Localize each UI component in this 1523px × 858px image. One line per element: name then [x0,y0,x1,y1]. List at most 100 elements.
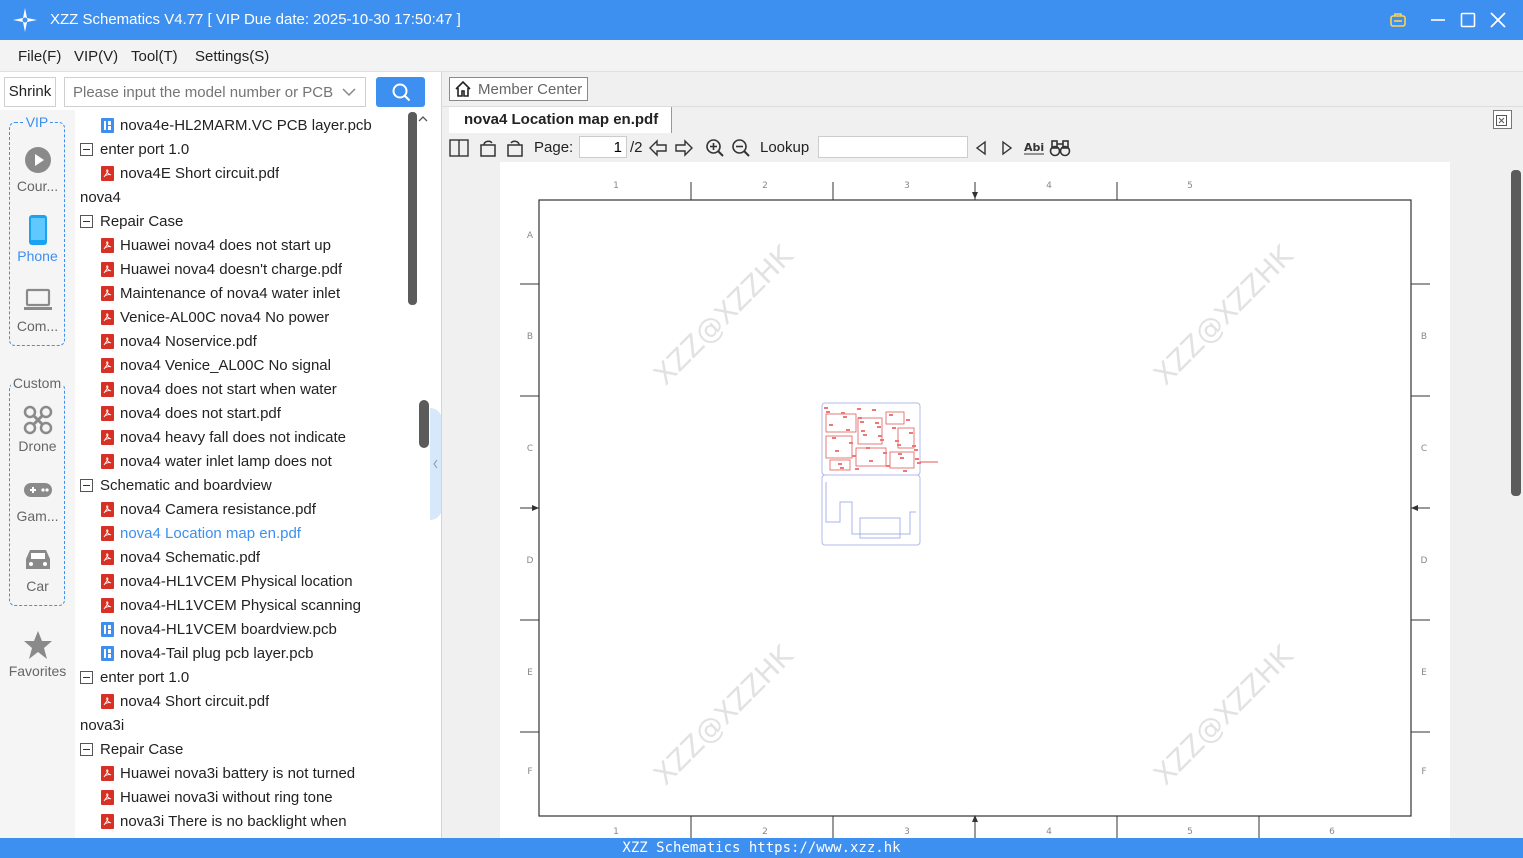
pcb-pad [877,426,881,428]
chevron-down-icon[interactable] [340,83,358,101]
pdf-file-icon [101,789,114,805]
pdf-file-icon [101,597,114,613]
tree-file[interactable]: nova4 Location map en.pdf [101,521,408,545]
rotate-right-icon [507,140,523,157]
tree-file[interactable]: nova3i There is no backlight when [101,809,408,833]
menu-tool[interactable]: Tool(T) [131,48,178,65]
find-all-button[interactable] [1049,137,1071,159]
tree-file[interactable]: nova4-HL1VCEM Physical location [101,569,408,593]
menu-settings[interactable]: Settings(S) [195,48,269,65]
pcb-pad [826,411,830,413]
zoom-out-button[interactable] [730,137,752,159]
find-prev-button[interactable] [970,137,992,159]
page-number-input[interactable] [579,136,627,158]
minimize-button[interactable] [1426,8,1450,32]
phone-icon [22,214,54,246]
tree-file[interactable]: nova4-HL1VCEM boardview.pcb [101,617,408,641]
triangle-right-icon [1002,140,1013,156]
category-drone[interactable]: Drone [0,404,75,454]
tree-file[interactable]: Huawei nova3i without ring tone [101,785,408,809]
tree-folder[interactable]: Repair Case [80,737,408,761]
member-center-label: Member Center [478,80,583,98]
menu-file[interactable]: File(F) [18,48,61,65]
tree-folder[interactable]: enter port 1.0 [80,137,408,161]
tree-scrollbar[interactable] [408,112,417,305]
tree-file[interactable]: nova4 does not start when water [101,377,408,401]
pdf-page[interactable]: 1 2 3 4 5 1 2 3 4 5 6 A B B C C D D E E F F XZZ@XZZHK XZZ@XZZHK… [500,162,1450,838]
row-letter-right: F [1421,767,1426,777]
vip-badge-icon[interactable] [1386,8,1410,32]
tree-file[interactable]: Huawei nova4 does not start up [101,233,408,257]
tree-file[interactable]: Maintenance of nova4 water inlet [101,281,408,305]
document-scrollbar[interactable] [1511,170,1521,496]
tree-file[interactable]: nova4 heavy fall does not indicate [101,425,408,449]
category-phone[interactable]: Phone [0,214,75,264]
tree-item-label: nova3i There is no backlight when [120,812,347,830]
rotate-left-button[interactable] [477,137,499,159]
tree-file[interactable]: nova4-Tail plug pcb layer.pcb [101,641,408,665]
category-computer[interactable]: Com... [0,284,75,334]
tree-file[interactable]: nova4 Short circuit.pdf [101,689,408,713]
tree-file[interactable]: nova4e-HL2MARM.VC PCB layer.pcb [101,113,408,137]
collapse-toggle-icon[interactable] [80,142,93,156]
collapse-toggle-icon[interactable] [80,478,93,492]
pcb-pad [869,460,873,462]
match-case-button[interactable]: Abi [1023,137,1045,159]
close-button[interactable] [1486,8,1510,32]
arrow-right-icon [675,139,693,157]
pdf-file-icon [101,765,114,781]
shrink-button[interactable]: Shrink [4,77,56,107]
toggle-panel-button[interactable] [448,137,470,159]
scroll-up-icon[interactable] [417,113,429,125]
category-courses[interactable]: Cour... [0,144,75,194]
tree-file[interactable]: Venice-AL00C nova4 No power [101,305,408,329]
drawing-border [538,199,1412,817]
tree-folder[interactable]: nova4 [75,185,408,209]
tree-item-label: Venice-AL00C nova4 No power [120,308,330,326]
watermark-text: XZZ@XZZHK [647,239,800,392]
tree-file[interactable]: Huawei nova3i battery is not turned [101,761,408,785]
collapse-toggle-icon[interactable] [80,214,93,228]
next-page-button[interactable] [673,137,695,159]
zoom-in-button[interactable] [704,137,726,159]
pcb-pad [895,440,899,442]
collapse-toggle-icon[interactable] [80,742,93,756]
lookup-input[interactable] [818,136,968,158]
search-button[interactable] [376,77,425,107]
tree-folder[interactable]: Repair Case [80,209,408,233]
find-next-button[interactable] [996,137,1018,159]
tree-folder[interactable]: enter port 1.0 [80,665,408,689]
close-tab-icon [1496,115,1507,126]
category-favorites[interactable]: Favorites [0,629,75,679]
panel-splitter[interactable] [419,400,429,448]
tree-file[interactable]: nova4 Venice_AL00C No signal [101,353,408,377]
tree-item-label: nova4 Venice_AL00C No signal [120,356,331,374]
tree-file[interactable]: nova4 water inlet lamp does not [101,449,408,473]
search-input[interactable] [64,77,366,107]
tree-file[interactable]: Huawei nova4 doesn't charge.pdf [101,257,408,281]
close-tab-button[interactable] [1493,110,1512,129]
tree-file[interactable]: nova4-HL1VCEM Physical scanning [101,593,408,617]
tree-folder[interactable]: Schematic and boardview [80,473,408,497]
member-center-button[interactable]: Member Center [449,77,588,101]
tree-file[interactable]: nova4 Camera resistance.pdf [101,497,408,521]
pdf-file-icon [101,237,114,253]
row-letter-left: C [527,444,533,454]
tab-document[interactable]: nova4 Location map en.pdf [449,107,672,133]
menu-vip[interactable]: VIP(V) [74,48,118,65]
category-car[interactable]: Car [0,544,75,594]
column-number-bottom: 2 [762,827,768,837]
arrow-left-icon [649,139,667,157]
category-game[interactable]: Gam... [0,474,75,524]
pcb-pad [880,439,884,441]
tree-file[interactable]: nova4 does not start.pdf [101,401,408,425]
rotate-right-button[interactable] [504,137,526,159]
tree-file[interactable]: nova4E Short circuit.pdf [101,161,408,185]
collapse-toggle-icon[interactable] [80,670,93,684]
tree-file[interactable]: nova4 Noservice.pdf [101,329,408,353]
zoom-in-icon [706,139,724,157]
prev-page-button[interactable] [647,137,669,159]
maximize-button[interactable] [1456,8,1480,32]
tree-folder[interactable]: nova3i [75,713,408,737]
tree-file[interactable]: nova4 Schematic.pdf [101,545,408,569]
